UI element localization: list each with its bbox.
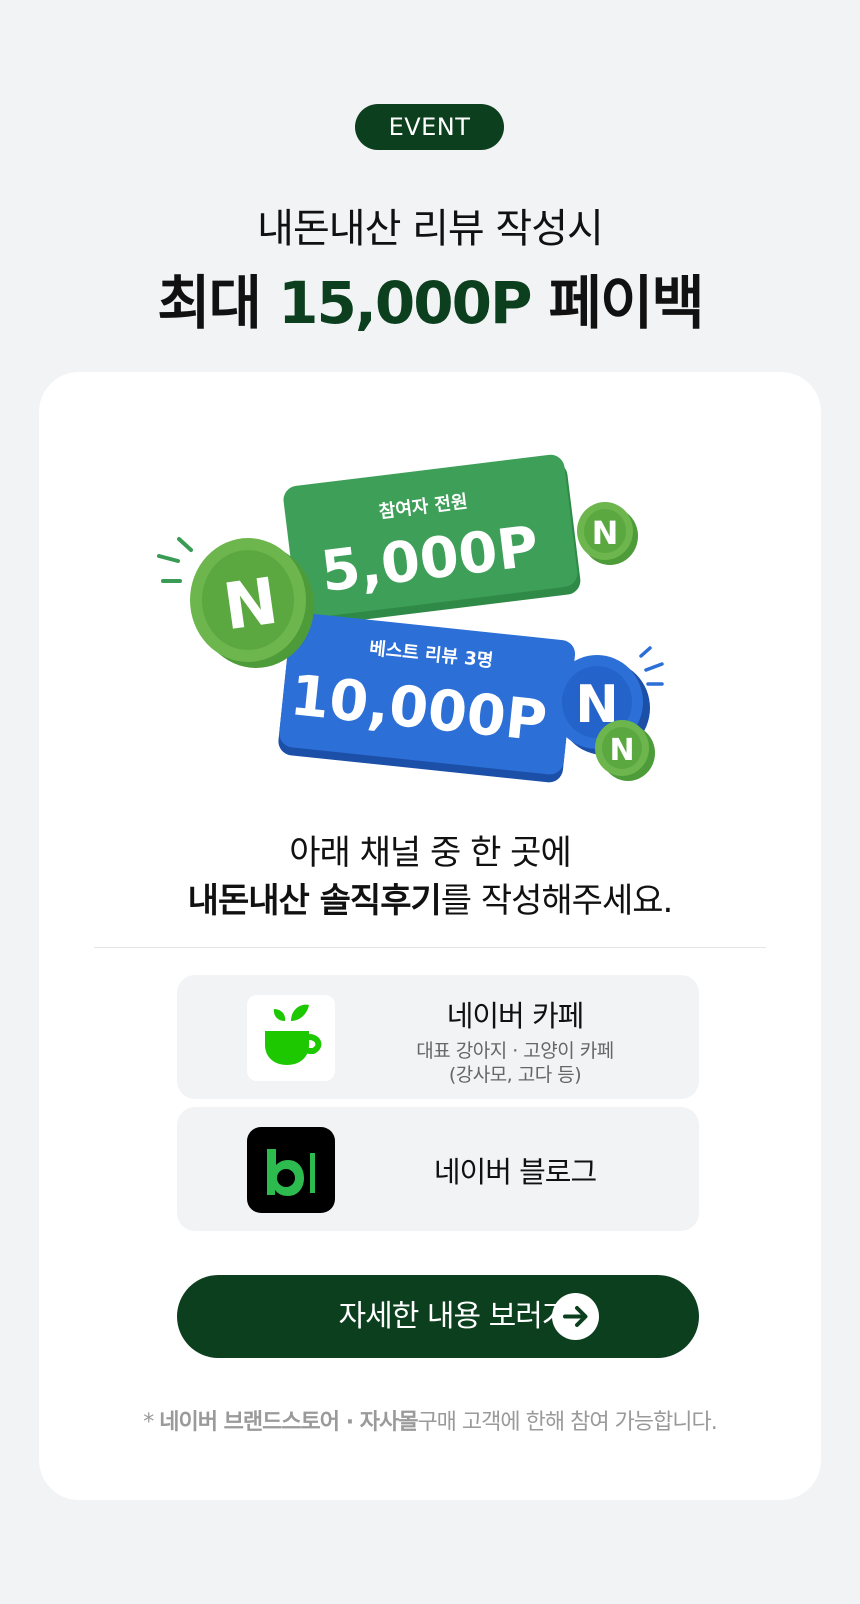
channel-naver-cafe[interactable]: 네이버 카페 대표 강아지 · 고양이 카페 (강사모, 고다 등) [177, 975, 699, 1099]
view-details-button[interactable]: 자세한 내용 보러가기 [177, 1275, 699, 1358]
headline-amount: 15,000P [278, 269, 532, 337]
arrow-right-icon [552, 1293, 599, 1340]
event-badge: EVENT [355, 104, 504, 150]
cafe-title: 네이버 카페 [446, 999, 585, 1033]
blog-title: 네이버 블로그 [433, 1155, 597, 1189]
view-details-label: 자세한 내용 보러가기 [338, 1299, 596, 1334]
instruction-bold: 내돈내산 솔직후기 [187, 881, 442, 921]
headline-suffix: 페이백 [530, 269, 705, 337]
instruction-line1: 아래 채널 중 한 곳에 [289, 833, 571, 873]
cafe-text-block: 네이버 카페 대표 강아지 · 고양이 카페 (강사모, 고다 등) [395, 993, 635, 1087]
divider [94, 947, 766, 948]
channel-naver-blog[interactable]: 네이버 블로그 [177, 1107, 699, 1231]
instruction-rest: 를 작성해주세요. [440, 881, 674, 921]
cafe-desc-line2: (강사모, 고다 등) [448, 1064, 582, 1086]
cafe-desc-line1: 대표 강아지 · 고양이 카페 [416, 1040, 614, 1062]
participation-note: * 네이버 브랜드스토어 · 자사몰구매 고객에 한해 참여 가능합니다. [0, 1404, 860, 1436]
note-bold: 네이버 브랜드스토어 · 자사몰 [159, 1410, 418, 1435]
note-star: * [143, 1410, 160, 1435]
headline-prefix: 최대 [157, 269, 279, 337]
instruction-line2: 내돈내산 솔직후기를 작성해주세요. [0, 873, 860, 922]
headline-line1: 내돈내산 리뷰 작성시 [257, 206, 604, 252]
blog-text-block: 네이버 블로그 [395, 1149, 635, 1191]
note-rest: 구매 고객에 한해 참여 가능합니다. [417, 1410, 717, 1435]
headline-line2: 최대 15,000P 페이백 [0, 256, 860, 340]
naver-blog-icon [247, 1127, 335, 1213]
naver-cafe-icon [247, 995, 335, 1081]
